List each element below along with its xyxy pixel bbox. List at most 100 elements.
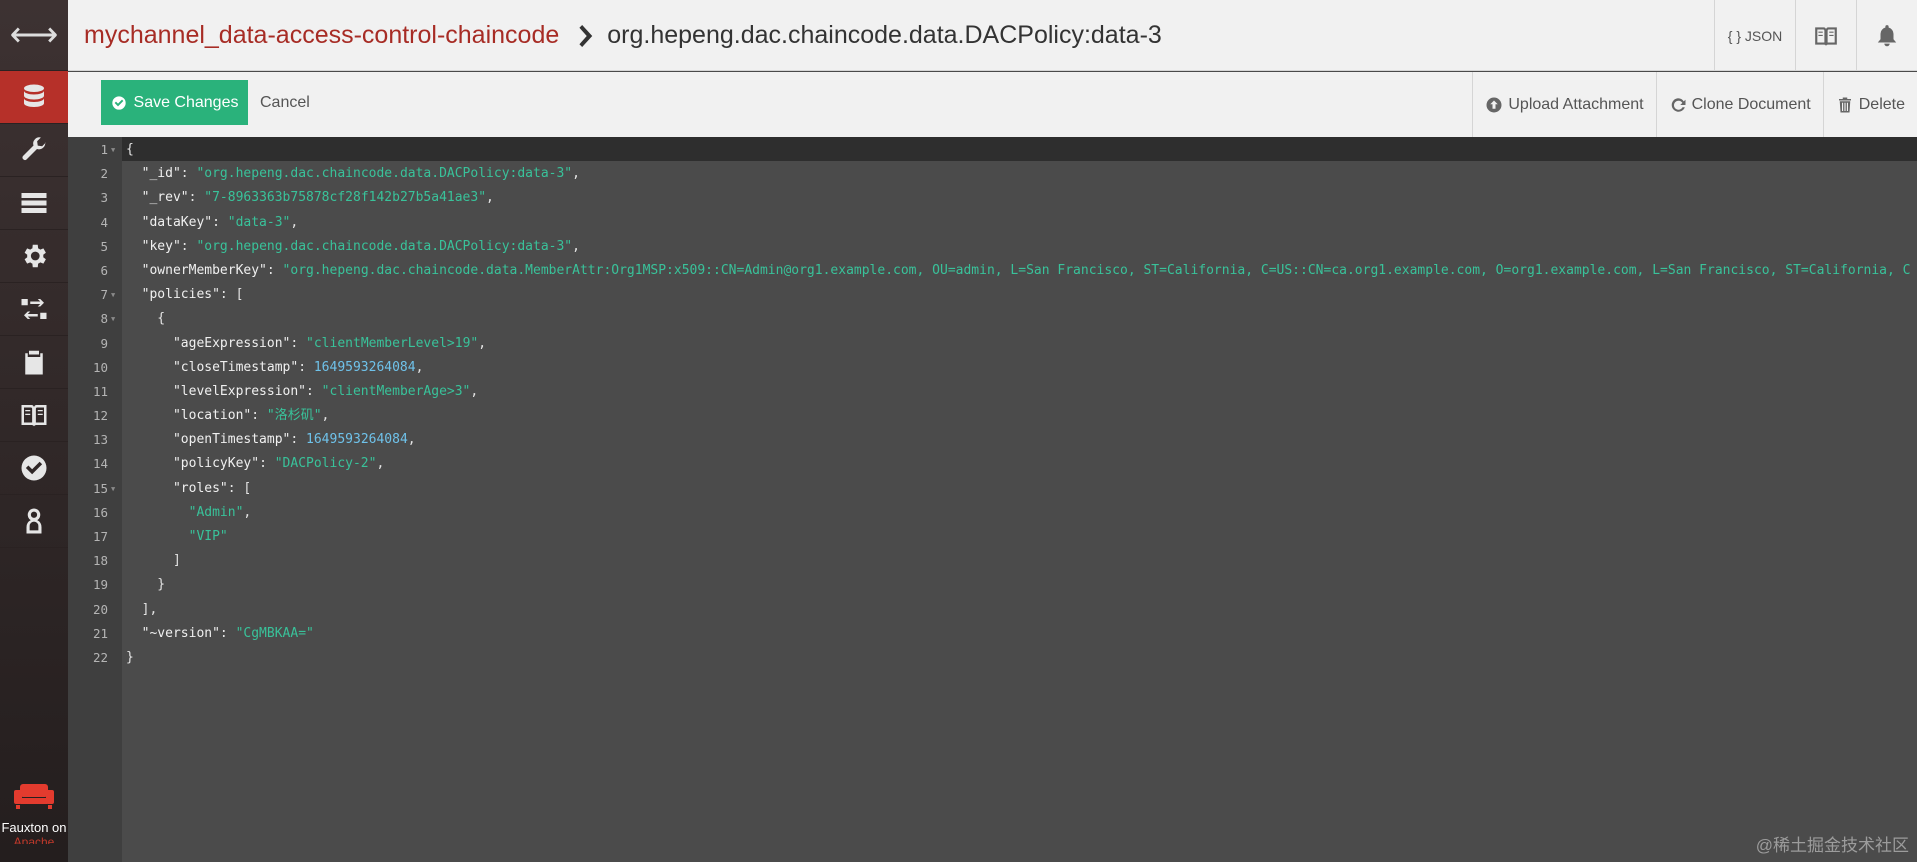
- code-text: "policies": [: [126, 287, 244, 303]
- line-number: 16: [92, 504, 108, 520]
- document-toolbar: Save Changes Cancel Upload Attachment Cl…: [68, 72, 1917, 137]
- clone-document-label: Clone Document: [1691, 95, 1811, 113]
- sidebar-item-active-tasks[interactable]: [0, 177, 68, 230]
- fauxton-app: ⟷ Fauxton on Apache mychannel_data-acces…: [0, 0, 1917, 862]
- code-text: {: [126, 142, 134, 157]
- line-number: 22: [92, 649, 108, 665]
- fauxton-label: Fauxton on: [1, 820, 67, 835]
- code-text: "ageExpression": "clientMemberLevel>19",: [126, 335, 487, 351]
- delete-document-button[interactable]: Delete: [1822, 72, 1917, 137]
- line-number: 9: [100, 335, 108, 351]
- sidebar-item-config[interactable]: [0, 230, 68, 283]
- line-number: 1: [100, 142, 108, 157]
- upload-attachment-button[interactable]: Upload Attachment: [1472, 72, 1655, 137]
- code-text: "_rev": "7-8963363b75878cf28f142b27b5a41…: [126, 190, 494, 206]
- line-number: 13: [92, 432, 108, 448]
- server-icon: [21, 193, 47, 213]
- code-text: "_id": "org.hepeng.dac.chaincode.data.DA…: [126, 166, 580, 182]
- fauxton-footer: Fauxton on Apache: [0, 778, 68, 862]
- database-icon: [24, 84, 44, 107]
- line-number: 11: [92, 383, 108, 399]
- fold-arrow-icon[interactable]: ▼: [111, 283, 115, 307]
- code-text: {: [126, 311, 166, 327]
- sidebar-item-replication[interactable]: [0, 283, 68, 336]
- clone-document-button[interactable]: Clone Document: [1655, 72, 1823, 137]
- user-icon: [26, 508, 42, 534]
- sidebar-item-docs[interactable]: [0, 389, 68, 442]
- header-actions: { } JSON: [1714, 0, 1917, 71]
- sidebar-item-verify[interactable]: [0, 442, 68, 495]
- gear-icon: [24, 244, 46, 268]
- docs-button[interactable]: [1795, 0, 1856, 71]
- upload-attachment-label: Upload Attachment: [1508, 95, 1644, 113]
- sidebar: ⟷ Fauxton on Apache: [0, 0, 68, 862]
- sidebar-item-databases[interactable]: [0, 71, 68, 124]
- check-circle-icon: [111, 95, 126, 110]
- check-circle-icon: [21, 455, 47, 481]
- line-number: 20: [92, 601, 108, 617]
- line-number: 15: [92, 480, 108, 496]
- code-text: "key": "org.hepeng.dac.chaincode.data.DA…: [126, 238, 580, 254]
- fold-arrow-icon[interactable]: ▼: [111, 138, 115, 162]
- cancel-link[interactable]: Cancel: [260, 94, 310, 112]
- line-number: 12: [92, 408, 108, 424]
- code-text: "openTimestamp": 1649593264084,: [126, 432, 416, 448]
- replication-icon: [21, 299, 47, 319]
- clipboard-icon: [25, 350, 43, 375]
- breadcrumb: mychannel_data-access-control-chaincode …: [84, 21, 1162, 50]
- api-json-button[interactable]: { } JSON: [1714, 0, 1795, 71]
- sidebar-item-user[interactable]: [0, 495, 68, 548]
- delete-label: Delete: [1858, 95, 1905, 113]
- save-changes-button[interactable]: Save Changes: [101, 80, 248, 125]
- code-text: "dataKey": "data-3",: [126, 214, 299, 230]
- line-number: 18: [92, 553, 108, 569]
- trash-icon: [1838, 97, 1851, 112]
- line-number: 17: [92, 529, 108, 544]
- notifications-button[interactable]: [1856, 0, 1917, 71]
- line-number: 14: [92, 456, 108, 472]
- line-number: 8: [100, 311, 108, 327]
- code-text: "closeTimestamp": 1649593264084,: [126, 359, 424, 375]
- wrench-icon: [22, 137, 46, 160]
- line-number: 4: [100, 214, 108, 230]
- sidebar-toggle[interactable]: ⟷: [0, 0, 68, 71]
- line-number: 3: [100, 190, 108, 206]
- code-text: "policyKey": "DACPolicy-2",: [126, 456, 385, 472]
- code-text: "~version": "CgMBKAA=": [126, 625, 314, 641]
- header-bar: mychannel_data-access-control-chaincode …: [68, 0, 1917, 71]
- code-text: ]: [126, 553, 181, 569]
- code-text: }: [126, 649, 134, 665]
- book-icon: [1815, 26, 1837, 46]
- bell-icon: [1877, 24, 1897, 46]
- line-number: 10: [92, 359, 108, 375]
- code-text: "VIP": [126, 529, 228, 544]
- expand-arrows-icon: ⟷: [9, 16, 59, 54]
- json-label: { } JSON: [1727, 27, 1783, 44]
- upload-circle-icon: [1486, 97, 1502, 112]
- couchdb-logo-icon: [14, 784, 54, 809]
- line-number: 5: [100, 238, 108, 254]
- save-changes-label: Save Changes: [133, 93, 239, 111]
- code-text: "ownerMemberKey": "org.hepeng.dac.chainc…: [126, 262, 1911, 278]
- sidebar-item-documentation[interactable]: [0, 336, 68, 389]
- json-editor[interactable]: 1 ▼{2 "_id": "org.hepeng.dac.chaincode.da…: [68, 137, 1917, 862]
- refresh-icon: [1671, 97, 1686, 112]
- sidebar-item-setup[interactable]: [0, 124, 68, 177]
- line-number: 21: [92, 625, 108, 641]
- fold-arrow-icon[interactable]: ▼: [111, 477, 115, 501]
- code-text: "location": "洛杉矶",: [126, 408, 330, 424]
- chevron-right-icon: [579, 24, 593, 47]
- code-text: ],: [126, 601, 158, 617]
- code-text: "Admin",: [126, 504, 252, 520]
- code-text: "roles": [: [126, 480, 252, 496]
- code-text: }: [126, 577, 166, 593]
- active-line-highlight: [122, 137, 1917, 161]
- apache-label: Apache: [13, 835, 55, 844]
- breadcrumb-database[interactable]: mychannel_data-access-control-chaincode: [84, 21, 559, 50]
- fold-arrow-icon[interactable]: ▼: [111, 307, 115, 331]
- code-text: "levelExpression": "clientMemberAge>3",: [126, 383, 479, 399]
- toolbar-actions: Upload Attachment Clone Document Delete: [1472, 72, 1917, 137]
- line-number: 19: [92, 577, 108, 593]
- line-number: 2: [100, 166, 108, 182]
- watermark: @稀土掘金技术社区: [1755, 836, 1909, 855]
